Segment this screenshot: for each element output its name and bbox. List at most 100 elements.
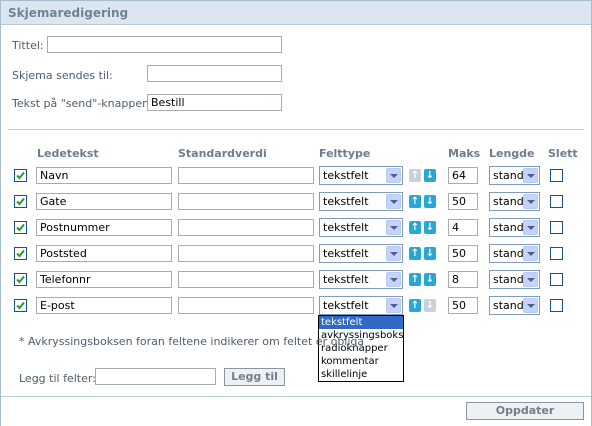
row-type-select[interactable]: tekstfelt (319, 166, 403, 185)
row-length-value: stand (493, 221, 524, 234)
row-default-input[interactable] (178, 167, 314, 184)
footnote: * Avkryssingsboksen foran feltene indike… (19, 335, 365, 348)
row-max-input[interactable]: 50 (448, 297, 478, 314)
panel-title: Skjemaredigering (1, 1, 591, 25)
row-label-input[interactable]: Navn (36, 167, 172, 184)
send-to-input[interactable] (147, 65, 282, 82)
row-length-select[interactable]: stand (489, 166, 540, 185)
arrow-down-icon[interactable]: ↓ (424, 195, 436, 208)
checkmark-icon (16, 275, 25, 284)
dropdown-option[interactable]: kommentar (319, 355, 403, 368)
row-length-select[interactable]: stand (489, 192, 540, 211)
title-input[interactable] (47, 36, 282, 53)
add-fields-input[interactable] (95, 368, 216, 385)
row-length-select[interactable]: stand (489, 218, 540, 237)
row-label-input[interactable]: Gate (36, 193, 172, 210)
row-delete-checkbox[interactable] (550, 273, 563, 286)
row-max-input[interactable]: 8 (448, 271, 478, 288)
update-button[interactable]: Oppdater (466, 402, 584, 420)
row-enabled-checkbox[interactable] (14, 221, 27, 234)
title-label: Tittel: (12, 39, 44, 52)
chevron-down-icon (386, 168, 401, 183)
field-type-dropdown-list[interactable]: tekstfelt avkryssingsboks radioknapper komm… (318, 315, 404, 382)
row-label-input[interactable]: Telefonnr (36, 271, 172, 288)
chevron-down-icon (386, 272, 401, 287)
chevron-down-icon (386, 298, 401, 313)
row-type-value: tekstfelt (323, 169, 369, 182)
row-max-input[interactable]: 50 (448, 193, 478, 210)
row-delete-checkbox[interactable] (550, 247, 563, 260)
row-type-value: tekstfelt (323, 299, 369, 312)
checkmark-icon (16, 249, 25, 258)
arrow-up-icon[interactable]: ↑ (409, 247, 421, 260)
row-default-input[interactable] (178, 245, 314, 262)
row-type-value: tekstfelt (323, 195, 369, 208)
row-type-select[interactable]: tekstfelt (319, 192, 403, 211)
row-length-value: stand (493, 299, 524, 312)
row-delete-checkbox[interactable] (550, 299, 563, 312)
row-type-value: tekstfelt (323, 221, 369, 234)
arrow-up-icon[interactable]: ↑ (409, 273, 421, 286)
arrow-down-icon[interactable]: ↓ (424, 247, 436, 260)
row-length-select[interactable]: stand (489, 296, 540, 315)
column-header-type: Felttype (319, 147, 371, 160)
checkmark-icon (16, 301, 25, 310)
row-length-value: stand (493, 195, 524, 208)
chevron-down-icon (386, 246, 401, 261)
row-length-select[interactable]: stand (489, 244, 540, 263)
arrow-up-icon[interactable]: ↑ (409, 299, 421, 312)
row-length-value: stand (493, 273, 524, 286)
row-max-input[interactable]: 4 (448, 219, 478, 236)
checkmark-icon (16, 171, 25, 180)
row-type-value: tekstfelt (323, 273, 369, 286)
row-length-select[interactable]: stand (489, 270, 540, 289)
row-type-select[interactable]: tekstfelt (319, 270, 403, 289)
chevron-down-icon (523, 298, 538, 313)
row-enabled-checkbox[interactable] (14, 299, 27, 312)
row-type-select[interactable]: tekstfelt (319, 218, 403, 237)
dropdown-option[interactable]: skillelinje (319, 368, 403, 381)
row-label-input[interactable]: Postnummer (36, 219, 172, 236)
row-enabled-checkbox[interactable] (14, 195, 27, 208)
arrow-down-icon[interactable]: ↓ (424, 221, 436, 234)
checkmark-icon (16, 197, 25, 206)
arrow-up-icon[interactable]: ↑ (409, 195, 421, 208)
column-header-label: Ledetekst (37, 147, 99, 160)
row-enabled-checkbox[interactable] (14, 169, 27, 182)
row-delete-checkbox[interactable] (550, 221, 563, 234)
send-text-input[interactable]: Bestill (147, 94, 282, 111)
send-text-label: Tekst på "send"-knappen: (12, 97, 153, 110)
send-to-label: Skjema sendes til: (12, 69, 113, 82)
column-header-length: Lengde (489, 147, 535, 160)
chevron-down-icon (523, 194, 538, 209)
add-fields-button[interactable]: Legg til (224, 368, 285, 386)
arrow-down-icon[interactable]: ↓ (424, 273, 436, 286)
column-header-max: Maks (448, 147, 481, 160)
form-editor-panel: Skjemaredigering Tittel: Skjema sendes t… (0, 0, 592, 426)
row-label-input[interactable]: Poststed (36, 245, 172, 262)
row-type-select[interactable]: tekstfelt (319, 296, 403, 315)
row-type-select[interactable]: tekstfelt (319, 244, 403, 263)
row-label-input[interactable]: E-post (36, 297, 172, 314)
arrow-down-icon: ↓ (424, 299, 436, 312)
column-header-delete: Slett (548, 147, 578, 160)
row-default-input[interactable] (178, 297, 314, 314)
chevron-down-icon (386, 194, 401, 209)
row-default-input[interactable] (178, 193, 314, 210)
chevron-down-icon (523, 272, 538, 287)
arrow-up-icon[interactable]: ↑ (409, 221, 421, 234)
row-max-input[interactable]: 50 (448, 245, 478, 262)
row-delete-checkbox[interactable] (550, 169, 563, 182)
divider (8, 129, 584, 130)
arrow-up-icon: ↑ (409, 169, 421, 182)
row-delete-checkbox[interactable] (550, 195, 563, 208)
row-default-input[interactable] (178, 219, 314, 236)
row-enabled-checkbox[interactable] (14, 247, 27, 260)
chevron-down-icon (523, 168, 538, 183)
row-enabled-checkbox[interactable] (14, 273, 27, 286)
checkmark-icon (16, 223, 25, 232)
arrow-down-icon[interactable]: ↓ (424, 169, 436, 182)
row-default-input[interactable] (178, 271, 314, 288)
row-max-input[interactable]: 64 (448, 167, 478, 184)
dropdown-option[interactable]: tekstfelt (319, 316, 403, 329)
